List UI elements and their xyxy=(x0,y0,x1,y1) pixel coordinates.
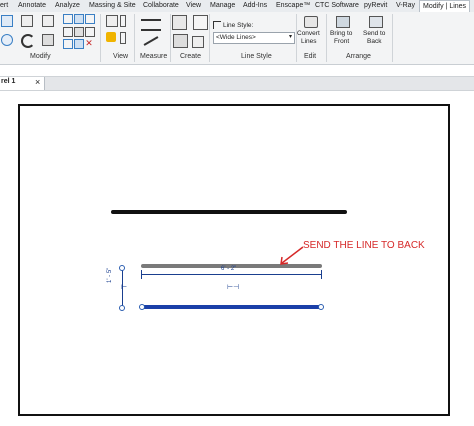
group-label-arrange: Arrange xyxy=(346,53,371,60)
ribbon-separator xyxy=(100,14,101,62)
menu-massing-site[interactable]: Massing & Site xyxy=(89,0,136,12)
line-endpoint-grip[interactable] xyxy=(318,304,324,310)
chevron-down-icon: ▾ xyxy=(288,34,292,40)
split-icon[interactable] xyxy=(63,27,73,37)
line-endpoint-grip[interactable] xyxy=(139,304,145,310)
line-style-label: Line Style: xyxy=(223,22,254,29)
group-label-modify: Modify xyxy=(30,53,51,60)
group-label-view: View xyxy=(113,53,129,60)
drawing-area[interactable] xyxy=(18,104,450,416)
line-style-icon xyxy=(213,21,221,29)
send-to-back-icon xyxy=(369,16,383,28)
aligned-dimension-icon[interactable] xyxy=(143,36,159,46)
scale-icon[interactable] xyxy=(85,14,95,24)
dimension-grip[interactable] xyxy=(119,305,125,311)
send-to-back-label-1: Send to xyxy=(363,30,386,37)
dimension-icon[interactable] xyxy=(141,29,161,31)
array-icon[interactable] xyxy=(74,27,84,37)
convert-lines-label-1: Convert xyxy=(297,30,320,37)
menu-view[interactable]: View xyxy=(186,0,201,12)
delete-icon[interactable]: ✕ xyxy=(85,39,93,48)
ribbon: ✕ Modify View Measure Create Line Style:… xyxy=(0,12,474,65)
group-label-edit: Edit xyxy=(304,53,317,60)
convert-lines-label-2: Lines xyxy=(301,38,317,45)
dimension-text-horizontal[interactable]: 6' - 2" xyxy=(221,266,236,272)
ribbon-separator xyxy=(326,14,327,62)
rotate-icon[interactable] xyxy=(21,34,35,48)
group-label-measure: Measure xyxy=(140,53,168,60)
send-to-back-button[interactable]: Send to Back xyxy=(361,14,389,52)
view-dropdown-icon[interactable] xyxy=(120,32,126,44)
dimension-grip[interactable] xyxy=(119,265,125,271)
group-icon[interactable] xyxy=(74,39,84,49)
convert-lines-button[interactable]: Convert Lines xyxy=(296,14,324,52)
bring-to-front-icon xyxy=(336,16,350,28)
override-graphics-icon[interactable] xyxy=(106,15,118,27)
close-icon[interactable]: × xyxy=(35,77,40,87)
menu-manage[interactable]: Manage xyxy=(210,0,235,12)
measure-icon[interactable] xyxy=(141,19,161,21)
wide-line-black[interactable] xyxy=(111,210,347,214)
dimension-tick xyxy=(321,270,322,279)
menu-vray[interactable]: V-Ray xyxy=(396,0,415,12)
annotation-text: SEND THE LINE TO BACK xyxy=(303,240,425,251)
create-assembly-icon[interactable] xyxy=(172,15,187,30)
offset-icon[interactable] xyxy=(1,34,13,46)
menu-enscape[interactable]: Enscape™ xyxy=(276,0,310,12)
trim-extend-icon[interactable] xyxy=(42,34,54,46)
dimension-toggle-icon[interactable]: ⊢⊣ xyxy=(227,283,239,291)
align-icon[interactable] xyxy=(1,15,13,27)
menu-pyrevit[interactable]: pyRevit xyxy=(364,0,387,12)
menu-insert[interactable]: ert xyxy=(0,0,8,12)
view-tab-label: rel 1 xyxy=(1,78,16,85)
dimension-text-vertical[interactable]: 1' - 5" xyxy=(107,268,113,283)
send-to-back-label-2: Back xyxy=(367,38,382,45)
mirror-axis-icon[interactable] xyxy=(21,15,33,27)
line-style-value: <Wide Lines> xyxy=(216,34,256,41)
mirror-draw-icon[interactable] xyxy=(42,15,54,27)
hide-icon[interactable] xyxy=(120,15,126,27)
ribbon-separator xyxy=(209,14,210,62)
menu-analyze[interactable]: Analyze xyxy=(55,0,80,12)
ribbon-separator xyxy=(134,14,135,62)
temp-dimension-line xyxy=(141,274,322,275)
bring-to-front-label-2: Front xyxy=(334,38,350,45)
group-label-create: Create xyxy=(180,53,202,60)
menu-ctc-software[interactable]: CTC Software xyxy=(315,0,359,12)
menu-collaborate[interactable]: Collaborate xyxy=(143,0,179,12)
ribbon-separator xyxy=(170,14,171,62)
convert-lines-icon xyxy=(304,16,318,28)
create-parts-icon[interactable] xyxy=(193,15,208,30)
move-icon[interactable] xyxy=(63,14,73,24)
annotation-arrow xyxy=(280,246,304,265)
copy-icon[interactable] xyxy=(74,14,84,24)
view-tab[interactable]: rel 1 × xyxy=(0,77,45,90)
ribbon-separator xyxy=(392,14,393,62)
line-blue[interactable] xyxy=(142,305,322,309)
line-style-dropdown[interactable]: <Wide Lines> ▾ xyxy=(213,32,295,44)
create-similar-icon[interactable] xyxy=(192,36,204,48)
create-group-icon[interactable] xyxy=(173,34,188,48)
modify-tools-grid: ✕ xyxy=(63,14,97,50)
bring-to-front-button[interactable]: Bring to Front xyxy=(328,14,356,52)
menu-add-ins[interactable]: Add-Ins xyxy=(243,0,267,12)
unpin-icon[interactable] xyxy=(63,39,73,49)
linework-icon[interactable] xyxy=(106,32,116,42)
menu-annotate[interactable]: Annotate xyxy=(18,0,46,12)
group-label-line-style: Line Style xyxy=(241,53,272,60)
dimension-toggle-icon-vertical[interactable]: ⊢ xyxy=(121,283,127,291)
view-tab-bar: rel 1 × xyxy=(0,76,474,91)
pin-icon[interactable] xyxy=(85,27,95,37)
bring-to-front-label-1: Bring to xyxy=(330,30,353,37)
dimension-tick xyxy=(141,270,142,279)
